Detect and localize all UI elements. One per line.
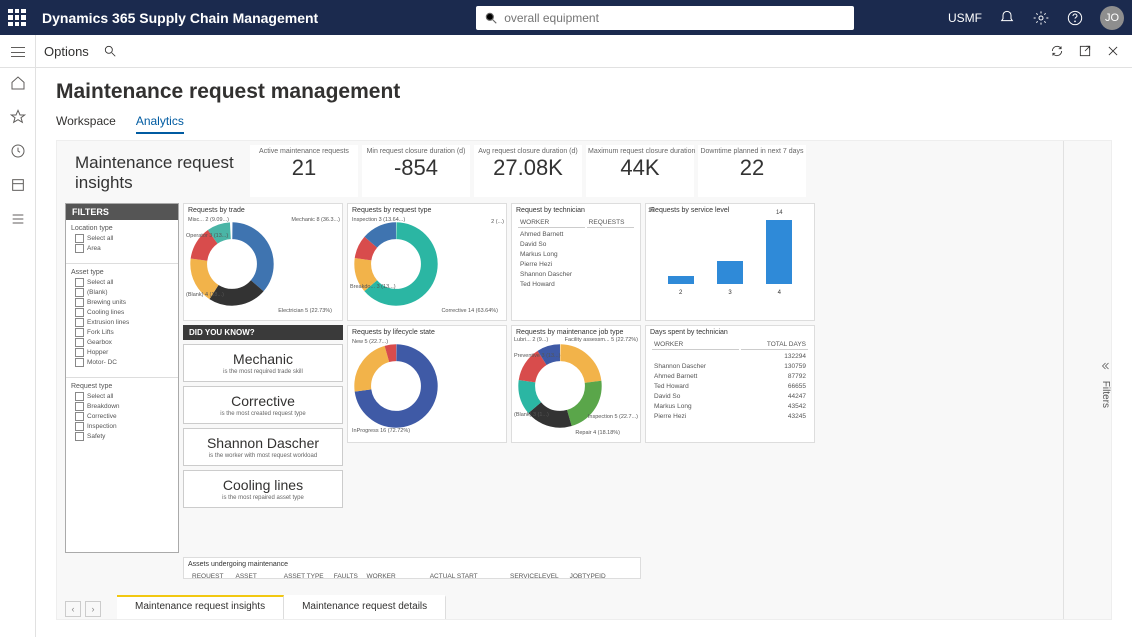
report-pager: ‹ › xyxy=(65,601,101,617)
recent-icon[interactable] xyxy=(10,143,26,159)
table-row: Ted Howard66655 xyxy=(652,382,808,390)
table-row: 132294 xyxy=(652,352,808,360)
report-grid: FILTERS Location type Select all Area As… xyxy=(65,203,1057,579)
home-icon[interactable] xyxy=(10,75,26,91)
top-bar: Dynamics 365 Supply Chain Management USM… xyxy=(0,0,1132,35)
dyk-card-1[interactable]: Correctiveis the most created request ty… xyxy=(183,386,343,424)
dyk-column: DID YOU KNOW? Mechanicis the most requir… xyxy=(183,325,343,553)
chk-req-3[interactable]: Inspection xyxy=(71,422,173,431)
kpi-avg-closure[interactable]: Avg request closure duration (d)27.08K xyxy=(474,145,582,197)
cmd-search-icon[interactable] xyxy=(103,44,117,58)
insights-title-wrap: Maintenance request insights xyxy=(65,153,245,194)
page-prev[interactable]: ‹ xyxy=(65,601,81,617)
chk-asset-1[interactable]: (Blank) xyxy=(71,288,173,297)
table-row: Markus Long xyxy=(518,250,634,258)
chk-req-4[interactable]: Safety xyxy=(71,432,173,441)
report-tab-insights[interactable]: Maintenance request insights xyxy=(117,595,284,619)
kpi-row: Active maintenance requests21 Min reques… xyxy=(250,145,806,197)
table-row: Ahmed Barnett xyxy=(518,230,634,238)
chk-asset-3[interactable]: Cooling lines xyxy=(71,308,173,317)
donut-lifecycle xyxy=(352,342,440,430)
chart-reqtype[interactable]: Requests by request type Inspection 3 (1… xyxy=(347,203,507,321)
company-label[interactable]: USMF xyxy=(948,11,982,25)
filters-header: FILTERS xyxy=(66,204,178,220)
chk-asset-0[interactable]: Select all xyxy=(71,278,173,287)
dyk-card-2[interactable]: Shannon Dascheris the worker with most r… xyxy=(183,428,343,466)
table-row: Ahmed Barnett87792 xyxy=(652,372,808,380)
chk-loc-all[interactable]: Select all xyxy=(71,234,173,243)
command-bar: Options xyxy=(0,35,1132,68)
table-technician[interactable]: Request by technician WORKERREQUESTS Ahm… xyxy=(511,203,641,321)
star-icon[interactable] xyxy=(10,109,26,125)
close-icon[interactable] xyxy=(1106,44,1120,58)
kpi-min-closure[interactable]: Min request closure duration (d)-854 xyxy=(362,145,470,197)
chk-asset-2[interactable]: Brewing units xyxy=(71,298,173,307)
table-row: David So44247 xyxy=(652,392,808,400)
chk-asset-7[interactable]: Hopper xyxy=(71,348,173,357)
search-input[interactable] xyxy=(504,11,846,25)
search-icon xyxy=(484,11,498,25)
chk-asset-8[interactable]: Motor- DC xyxy=(71,358,173,367)
chk-asset-4[interactable]: Extrusion lines xyxy=(71,318,173,327)
left-nav-rail xyxy=(0,35,36,637)
tab-analytics[interactable]: Analytics xyxy=(136,114,184,134)
table-row: David So xyxy=(518,240,634,248)
chk-req-2[interactable]: Corrective xyxy=(71,412,173,421)
app-title: Dynamics 365 Supply Chain Management xyxy=(42,10,318,26)
chk-req-1[interactable]: Breakdown xyxy=(71,402,173,411)
collapse-icon[interactable] xyxy=(1099,360,1111,372)
global-search[interactable] xyxy=(476,6,854,30)
table-row: Shannon Dascher130759 xyxy=(652,362,808,370)
hamburger-icon[interactable] xyxy=(11,47,25,57)
dyk-card-0[interactable]: Mechanicis the most required trade skill xyxy=(183,344,343,382)
table-row: Markus Long43542 xyxy=(652,402,808,410)
filters-panel: FILTERS Location type Select all Area As… xyxy=(65,203,179,553)
table-row: Ted Howard xyxy=(518,280,634,288)
chk-req-0[interactable]: Select all xyxy=(71,392,173,401)
table-assets[interactable]: Assets undergoing maintenance REQUESTASS… xyxy=(183,557,641,579)
modules-icon[interactable] xyxy=(10,211,26,227)
dyk-card-3[interactable]: Cooling linesis the most repaired asset … xyxy=(183,470,343,508)
main-content: Maintenance request management Workspace… xyxy=(36,68,1132,637)
chart-jobtype[interactable]: Requests by maintenance job type Lubri..… xyxy=(511,325,641,443)
kpi-downtime[interactable]: Downtime planned in next 7 days22 xyxy=(698,145,806,197)
bar-chart: 2 3 144 xyxy=(650,216,810,296)
avatar[interactable]: JO xyxy=(1100,6,1124,30)
table-row: Pierre Hezi xyxy=(518,260,634,268)
table-row: Pierre Hezi43245 xyxy=(652,412,808,420)
powerbi-report: Maintenance request insights Active main… xyxy=(56,140,1112,620)
filter-request-title: Request type xyxy=(71,383,173,390)
report-tab-details[interactable]: Maintenance request details xyxy=(284,595,446,619)
help-icon[interactable] xyxy=(1066,9,1084,27)
options-menu[interactable]: Options xyxy=(44,44,89,59)
filter-asset-title: Asset type xyxy=(71,269,173,276)
donut-reqtype xyxy=(352,220,440,308)
page-tabs: Workspace Analytics xyxy=(56,114,1112,134)
page-title: Maintenance request management xyxy=(56,80,1112,104)
filter-location-title: Location type xyxy=(71,225,173,232)
page-next[interactable]: › xyxy=(85,601,101,617)
chart-servicelevel[interactable]: Requests by service level 10 2 3 144 xyxy=(645,203,815,321)
gear-icon[interactable] xyxy=(1032,9,1050,27)
app-launcher-icon[interactable] xyxy=(8,9,26,27)
insights-title: Maintenance request insights xyxy=(65,153,245,194)
chk-loc-area[interactable]: Area xyxy=(71,244,173,253)
report-page-tabs: Maintenance request insights Maintenance… xyxy=(117,595,446,619)
bell-icon[interactable] xyxy=(998,9,1016,27)
report-filters-pane[interactable]: Filters xyxy=(1063,141,1111,619)
chk-asset-6[interactable]: Gearbox xyxy=(71,338,173,347)
refresh-icon[interactable] xyxy=(1050,44,1064,58)
workspace-icon[interactable] xyxy=(10,177,26,193)
table-row: Shannon Dascher xyxy=(518,270,634,278)
kpi-max-closure[interactable]: Maximum request closure duration ...44K xyxy=(586,145,694,197)
kpi-active-requests[interactable]: Active maintenance requests21 xyxy=(250,145,358,197)
table-days-tech[interactable]: Days spent by technician WORKERTOTAL DAY… xyxy=(645,325,815,443)
tab-workspace[interactable]: Workspace xyxy=(56,114,116,134)
dyk-header: DID YOU KNOW? xyxy=(183,325,343,340)
chart-trade[interactable]: Requests by trade Misc... 2 (9.09...) Op… xyxy=(183,203,343,321)
chart-lifecycle[interactable]: Requests by lifecycle state New 5 (22.7.… xyxy=(347,325,507,443)
chk-asset-5[interactable]: Fork Lifts xyxy=(71,328,173,337)
topbar-right: USMF JO xyxy=(948,6,1124,30)
popout-icon[interactable] xyxy=(1078,44,1092,58)
